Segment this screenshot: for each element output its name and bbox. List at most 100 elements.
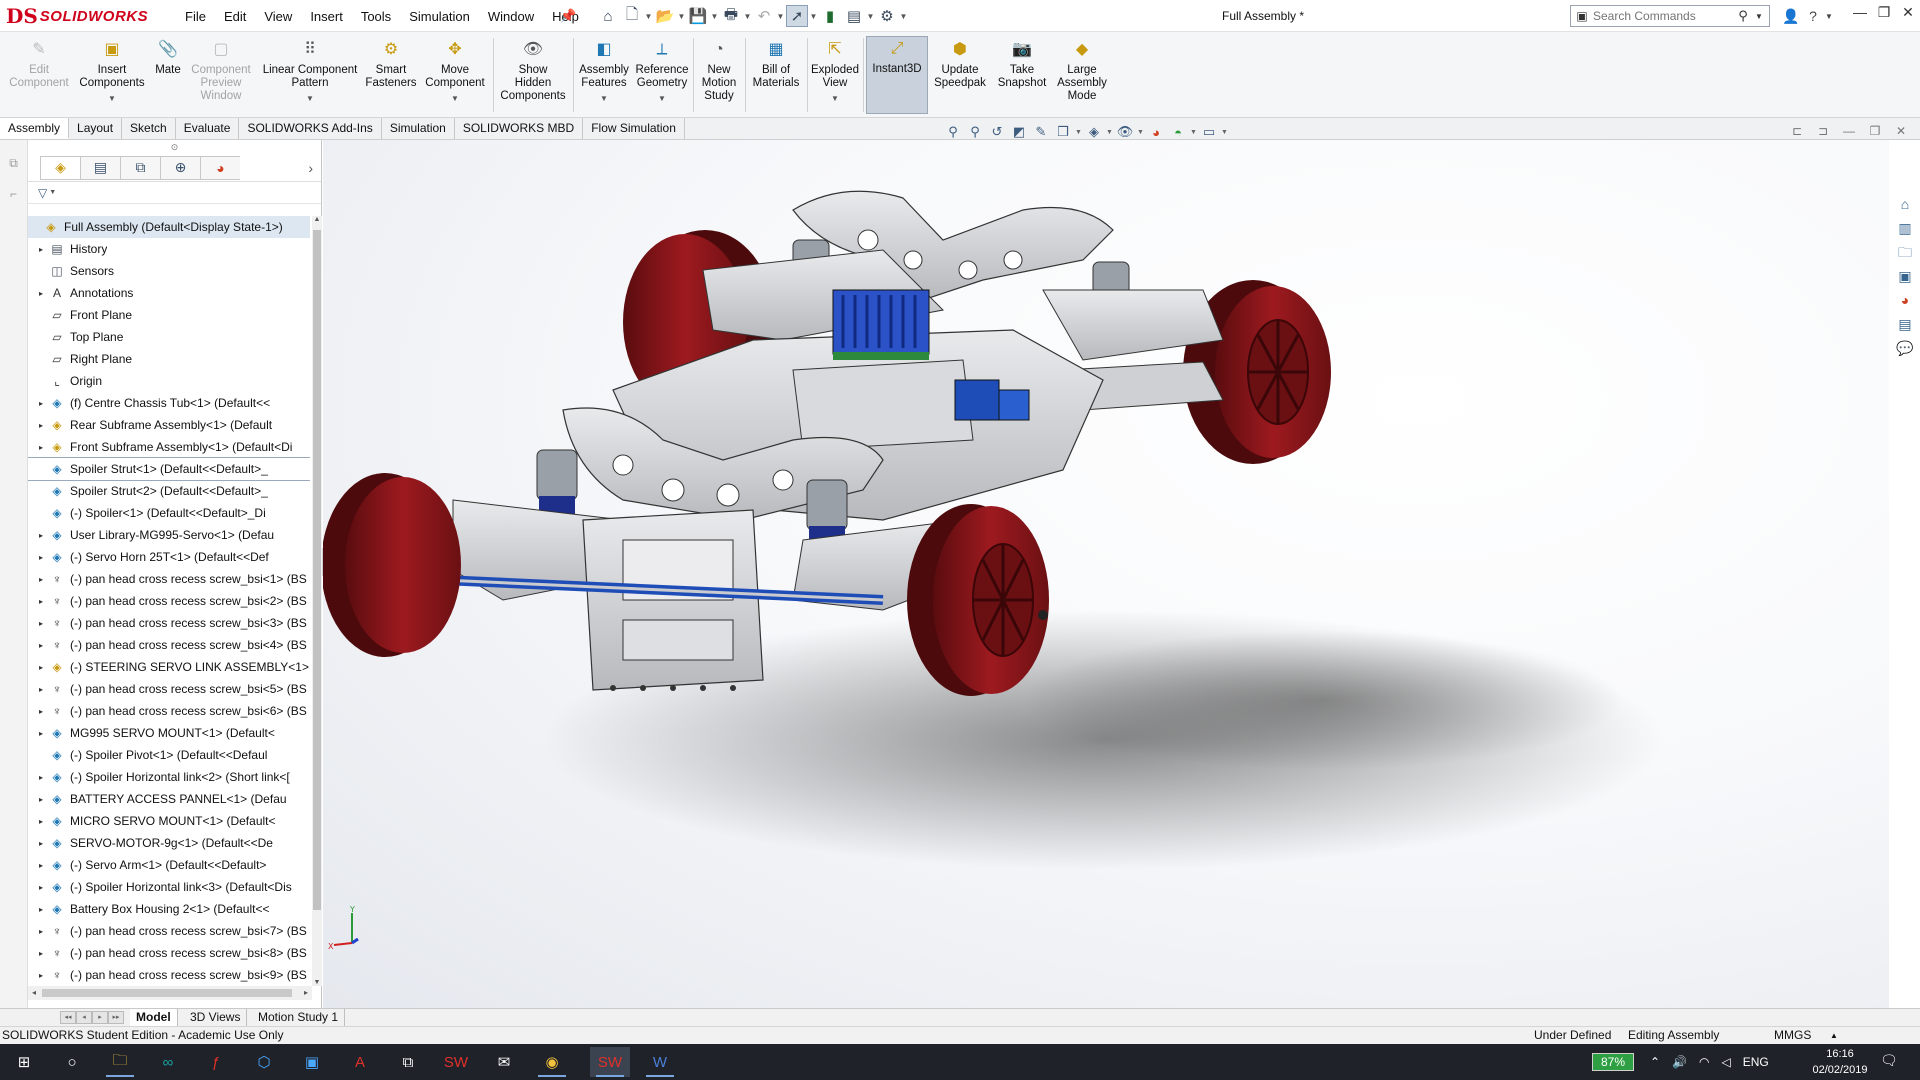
instant3d-button[interactable]: ⤢ Instant3D [866, 36, 928, 114]
assembly-features-button[interactable]: ◧ Assembly Features ▼ [576, 38, 632, 116]
tree-filter[interactable]: ▽ ▼ [28, 182, 321, 204]
solidworks-resources-icon[interactable]: ⌂ [1893, 192, 1917, 216]
dynamic-annotation-icon[interactable]: ✎ [1030, 124, 1052, 140]
exploded-view-dropdown-icon[interactable]: ▼ [831, 92, 839, 105]
menu-tools[interactable]: Tools [352, 9, 400, 24]
scroll-right-icon[interactable]: ▸ [300, 986, 312, 1000]
help-icon[interactable]: ? [1802, 8, 1824, 24]
undo-dropdown-icon[interactable]: ▼ [776, 12, 785, 21]
expand-arrow-icon[interactable]: ▸ [34, 289, 48, 298]
flash-icon[interactable]: ƒ [196, 1047, 236, 1077]
rebuild-icon[interactable]: ▮ [819, 5, 841, 27]
expand-arrow-icon[interactable]: ▸ [34, 707, 48, 716]
view-palette-icon[interactable]: ▣ [1893, 264, 1917, 288]
tab-flow-simulation[interactable]: Flow Simulation [583, 118, 685, 139]
view-settings-icon[interactable]: ▭ [1198, 124, 1220, 140]
battery-indicator[interactable]: 87% [1592, 1053, 1634, 1071]
chevron-right-icon[interactable]: › [308, 160, 313, 176]
expand-arrow-icon[interactable]: ▸ [34, 685, 48, 694]
hscroll-thumb[interactable] [42, 989, 292, 997]
insert-components-button[interactable]: ▣ Insert Components ▼ [76, 38, 148, 116]
scroll-thumb[interactable] [313, 230, 321, 910]
expand-arrow-icon[interactable]: ▸ [34, 729, 48, 738]
units-dropdown-icon[interactable]: ▲ [1830, 1027, 1838, 1044]
assembly-features-dropdown-icon[interactable]: ▼ [600, 92, 608, 105]
tree-item[interactable]: ▸ ◈ (f) Centre Chassis Tub<1> (Default<< [28, 392, 310, 414]
prev-tab-icon[interactable]: ◂ [76, 1011, 92, 1024]
tree-item[interactable]: ▸ ▤ History [28, 238, 310, 260]
windows-start-icon[interactable]: ⊞ [4, 1047, 44, 1077]
tree-item[interactable]: ▱ Right Plane [28, 348, 310, 370]
expand-arrow-icon[interactable]: ▸ [34, 795, 48, 804]
tree-item[interactable]: ▸ ◈ Rear Subframe Assembly<1> (Default [28, 414, 310, 436]
tree-item[interactable]: ▸ ◈ (-) STEERING SERVO LINK ASSEMBLY<1> ( [28, 656, 310, 678]
next-tab-icon[interactable]: ▸ [92, 1011, 108, 1024]
expand-arrow-icon[interactable]: ▸ [34, 531, 48, 540]
display-manager-tab-icon[interactable]: ◕ [200, 155, 240, 180]
tab-simulation[interactable]: Simulation [382, 118, 455, 139]
solidworks-2018-icon[interactable]: SW [436, 1047, 476, 1077]
open-dropdown-icon[interactable]: ▼ [677, 12, 686, 21]
first-tab-icon[interactable]: ◂◂ [60, 1011, 76, 1024]
tree-item[interactable]: ▸ ♆ (-) pan head cross recess screw_bsi<3>… [28, 612, 310, 634]
tree-item[interactable]: ▸ ◈ (-) Spoiler Horizontal link<3> (Defaul… [28, 876, 310, 898]
tab-mbd[interactable]: SOLIDWORKS MBD [455, 118, 584, 139]
tree-item[interactable]: ▸ ◈ (-) Spoiler Horizontal link<2> (Short … [28, 766, 310, 788]
scroll-up-icon[interactable]: ▲ [312, 216, 322, 223]
tab-assembly[interactable]: Assembly [0, 118, 70, 139]
search-input[interactable] [1593, 9, 1733, 23]
tree-item[interactable]: ◈ Spoiler Strut<1> (Default<<Default>_ [28, 457, 310, 481]
tree-item[interactable]: ◈ (-) Spoiler<1> (Default<<Default>_Di [28, 502, 310, 524]
hide-show-items-icon[interactable]: 👁 [1114, 124, 1136, 140]
tab-layout[interactable]: Layout [69, 118, 123, 139]
language-indicator[interactable]: ENG [1743, 1055, 1769, 1069]
update-speedpak-button[interactable]: ⬢ Update Speedpak [932, 38, 988, 116]
menu-file[interactable]: File [176, 9, 215, 24]
linear-pattern-button[interactable]: ⠿ Linear Component Pattern ▼ [258, 38, 362, 116]
box-icon[interactable]: ⬡ [244, 1047, 284, 1077]
tree-item[interactable]: ⌞ Origin [28, 370, 310, 392]
mail-icon[interactable]: ✉ [484, 1047, 524, 1077]
menu-simulation[interactable]: Simulation [400, 9, 479, 24]
menu-view[interactable]: View [255, 9, 301, 24]
expand-arrow-icon[interactable]: ▸ [34, 597, 48, 606]
display-style-icon[interactable]: ◈ [1083, 124, 1105, 140]
take-snapshot-button[interactable]: 📷 Take Snapshot [994, 38, 1050, 116]
solidworks-2018-active-icon[interactable]: SW [590, 1047, 630, 1077]
tree-item[interactable]: ▱ Top Plane [28, 326, 310, 348]
tab-evaluate[interactable]: Evaluate [176, 118, 240, 139]
edit-component-button[interactable]: ✎ Edit Component [4, 38, 74, 116]
expand-arrow-icon[interactable]: ▸ [34, 949, 48, 958]
design-library-icon[interactable]: ▥ [1893, 216, 1917, 240]
smart-fasteners-button[interactable]: ⚙ Smart Fasteners [364, 38, 418, 116]
tab-3d-views[interactable]: 3D Views [184, 1009, 248, 1027]
move-component-dropdown-icon[interactable]: ▼ [451, 92, 459, 105]
configuration-manager-tab-icon[interactable]: ⧉ [120, 155, 160, 180]
tray-overflow-icon[interactable]: ⌃ [1650, 1055, 1660, 1069]
arduino-icon[interactable]: ∞ [148, 1047, 188, 1077]
reference-geometry-dropdown-icon[interactable]: ▼ [658, 92, 666, 105]
last-tab-icon[interactable]: ▸▸ [108, 1011, 124, 1024]
file-properties-dropdown-icon[interactable]: ▼ [866, 12, 875, 21]
section-view-icon[interactable]: ◩ [1008, 124, 1030, 140]
custom-properties-icon[interactable]: ▤ [1893, 312, 1917, 336]
chrome-icon[interactable]: ◉ [532, 1047, 572, 1077]
tree-item[interactable]: ▸ ♆ (-) pan head cross recess screw_bsi<9>… [28, 964, 310, 986]
expand-arrow-icon[interactable]: ▸ [34, 553, 48, 562]
speaker-icon[interactable]: ◁ [1722, 1055, 1731, 1069]
tree-item[interactable]: ▸ ♆ (-) pan head cross recess screw_bsi<7>… [28, 920, 310, 942]
tree-item[interactable]: ▸ ◈ (-) Servo Horn 25T<1> (Default<<Def [28, 546, 310, 568]
large-assembly-mode-button[interactable]: ◆ Large Assembly Mode [1054, 38, 1110, 116]
tree-item[interactable]: ◈ Spoiler Strut<2> (Default<<Default>_ [28, 480, 310, 502]
tree-vertical-scrollbar[interactable]: ▲ ▼ [312, 216, 322, 986]
wifi-icon[interactable]: ◠ [1699, 1055, 1709, 1069]
print-icon[interactable]: 🖶 [720, 5, 742, 27]
restore-icon[interactable]: ❐ [1872, 4, 1896, 21]
move-component-button[interactable]: ✥ Move Component ▼ [420, 38, 490, 116]
expand-arrow-icon[interactable]: ▸ [34, 245, 48, 254]
tree-item[interactable]: ▸ ◈ MG995 SERVO MOUNT<1> (Default< [28, 722, 310, 744]
expand-arrow-icon[interactable]: ▸ [34, 575, 48, 584]
zoom-to-area-icon[interactable]: ⚲ [964, 124, 986, 140]
tree-item[interactable]: ▸ ♆ (-) pan head cross recess screw_bsi<6>… [28, 700, 310, 722]
tree-item[interactable]: ▸ ♆ (-) pan head cross recess screw_bsi<4>… [28, 634, 310, 656]
